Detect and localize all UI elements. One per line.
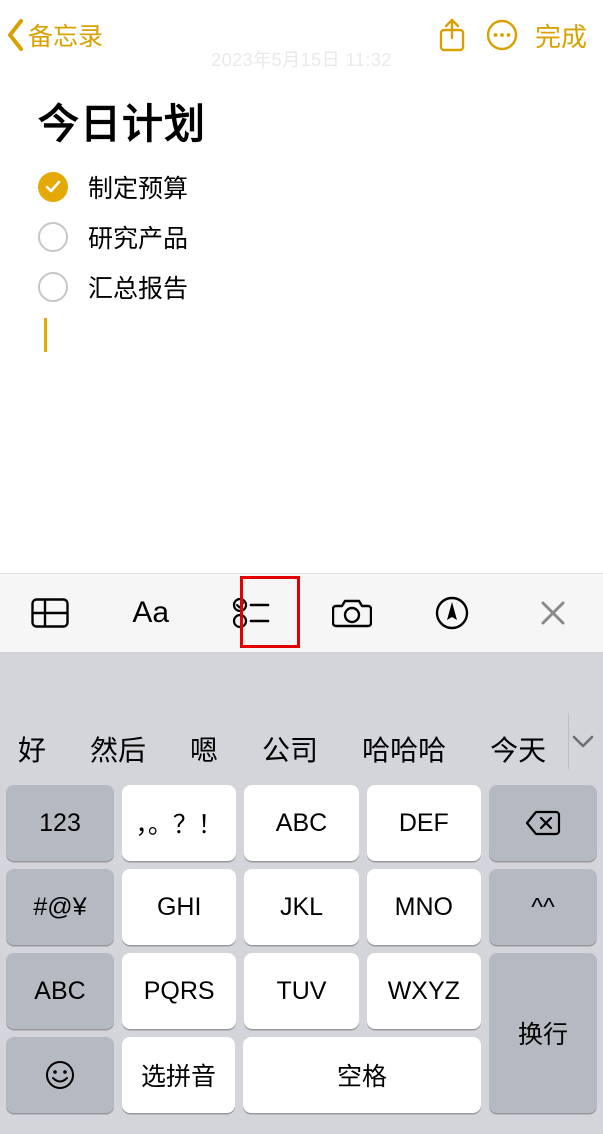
todo-text[interactable]: 制定预算 <box>88 169 188 205</box>
done-button[interactable]: 完成 <box>535 17 587 54</box>
key-symbols[interactable]: #@¥ <box>6 869 114 945</box>
keyboard: 好 然后 嗯 公司 哈哈哈 今天 123 #@¥ ABC <box>0 653 603 1134</box>
key-kaomoji[interactable]: ^^ <box>489 869 597 945</box>
share-icon <box>438 18 466 52</box>
candidate[interactable]: 嗯 <box>168 729 240 769</box>
todo-text[interactable]: 汇总报告 <box>88 269 188 305</box>
candidate[interactable]: 公司 <box>240 729 340 769</box>
key-jkl[interactable]: JKL <box>244 869 358 945</box>
todo-text[interactable]: 研究产品 <box>88 219 188 255</box>
key-space[interactable]: 空格 <box>243 1037 481 1113</box>
format-toolbar: Aa <box>0 573 603 653</box>
todo-row[interactable]: 汇总报告 <box>38 262 565 312</box>
camera-icon <box>332 597 372 629</box>
candidate[interactable]: 好 <box>0 729 68 769</box>
key-tuv[interactable]: TUV <box>244 953 358 1029</box>
nav-bar: 备忘录 完成 <box>0 0 603 70</box>
more-button[interactable] <box>477 19 527 51</box>
key-backspace[interactable] <box>489 785 597 861</box>
markup-button[interactable] <box>402 574 503 652</box>
key-pqrs[interactable]: PQRS <box>122 953 236 1029</box>
todo-row[interactable]: 研究产品 <box>38 212 565 262</box>
key-wxyz[interactable]: WXYZ <box>367 953 481 1029</box>
expand-candidates-button[interactable] <box>568 713 597 769</box>
key-abc-shift[interactable]: ABC <box>6 953 114 1029</box>
key-return[interactable]: 换行 <box>489 953 597 1113</box>
text-cursor <box>44 318 47 352</box>
text-style-icon: Aa <box>132 596 169 630</box>
candidate[interactable]: 然后 <box>68 729 168 769</box>
checklist-button[interactable] <box>201 574 302 652</box>
back-label: 备忘录 <box>28 17 103 53</box>
table-icon <box>31 598 69 628</box>
text-style-button[interactable]: Aa <box>101 574 202 652</box>
key-emoji[interactable] <box>6 1037 114 1113</box>
checklist-checked-icon[interactable] <box>38 172 68 202</box>
camera-button[interactable] <box>302 574 403 652</box>
close-icon <box>540 600 566 626</box>
backspace-icon <box>525 810 561 836</box>
back-button[interactable]: 备忘录 <box>6 17 103 53</box>
markup-icon <box>435 596 469 630</box>
key-abc[interactable]: ABC <box>244 785 358 861</box>
key-def[interactable]: DEF <box>367 785 481 861</box>
checklist-unchecked-icon[interactable] <box>38 272 68 302</box>
key-123[interactable]: 123 <box>6 785 114 861</box>
checklist-unchecked-icon[interactable] <box>38 222 68 252</box>
key-ghi[interactable]: GHI <box>122 869 236 945</box>
candidate[interactable]: 今天 <box>468 729 568 769</box>
todo-row[interactable]: 制定预算 <box>38 162 565 212</box>
checklist-icon <box>232 596 270 630</box>
table-button[interactable] <box>0 574 101 652</box>
note-body[interactable]: 今日计划 制定预算 研究产品 汇总报告 <box>0 70 603 352</box>
chevron-left-icon <box>6 18 26 52</box>
key-mno[interactable]: MNO <box>367 869 481 945</box>
close-toolbar-button[interactable] <box>503 574 603 652</box>
candidate[interactable]: 哈哈哈 <box>340 729 468 769</box>
note-title[interactable]: 今日计划 <box>38 90 565 150</box>
chevron-down-icon <box>571 733 595 749</box>
ellipsis-circle-icon <box>486 19 518 51</box>
key-punct[interactable]: ，。？！ <box>122 785 236 861</box>
share-button[interactable] <box>427 18 477 52</box>
emoji-icon <box>45 1060 75 1090</box>
candidate-bar: 好 然后 嗯 公司 哈哈哈 今天 <box>0 653 603 785</box>
key-select-pinyin[interactable]: 选拼音 <box>122 1037 235 1113</box>
